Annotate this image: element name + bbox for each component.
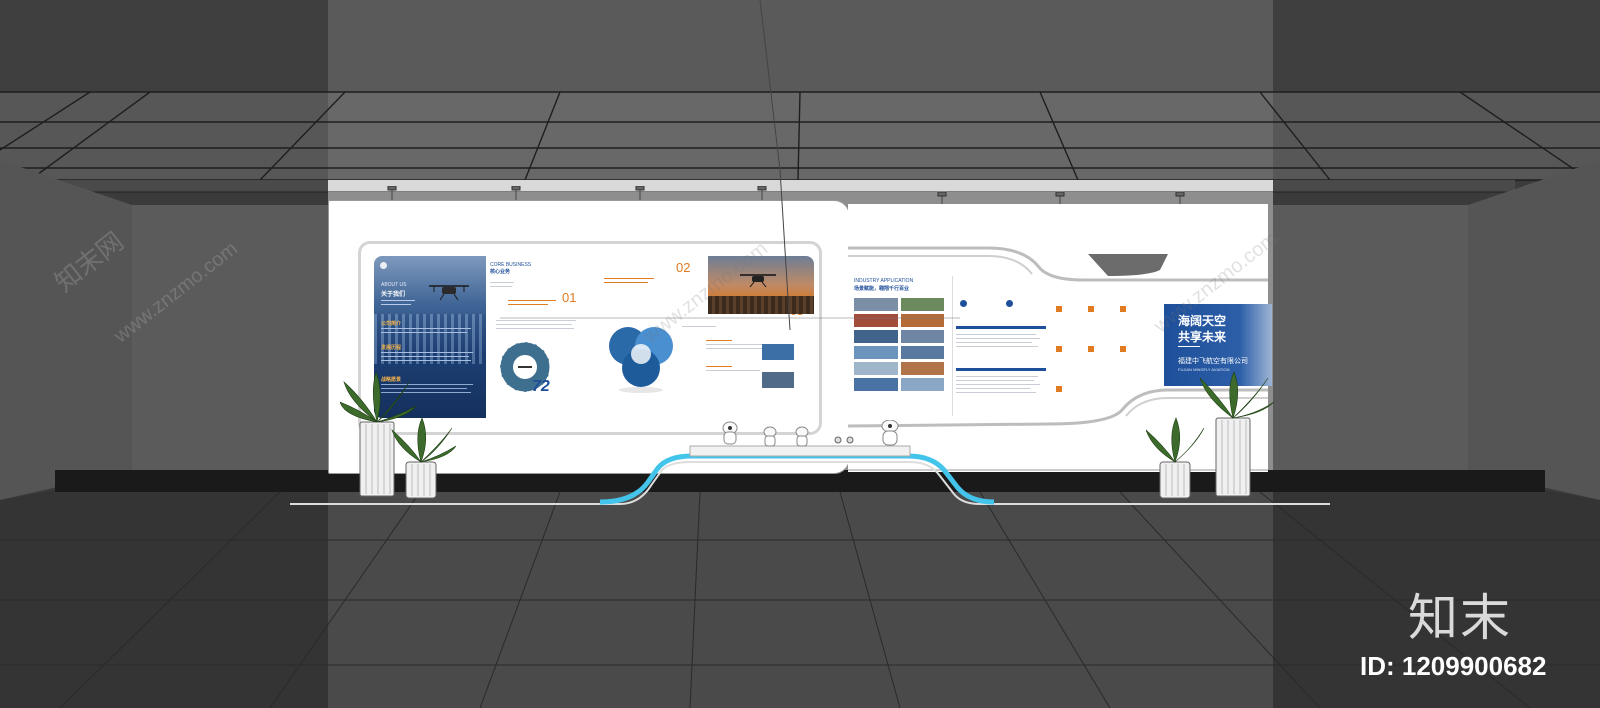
showroom-scene: ABOUT US 关于我们 公司简介 发展历程 战略愿景 CORE BUSINE… <box>0 0 1600 708</box>
watermark-id: ID: 1209900682 <box>1360 651 1547 681</box>
hanging-wire <box>500 0 960 331</box>
watermark-logo: 知末 <box>1408 589 1512 647</box>
